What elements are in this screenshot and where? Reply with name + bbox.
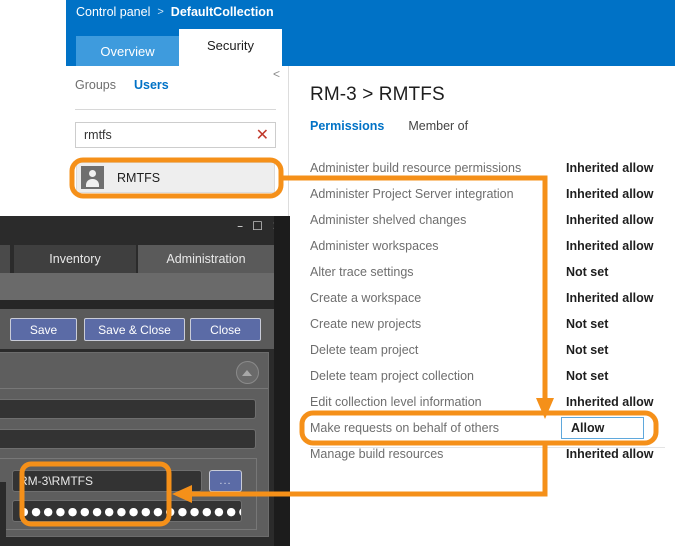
permission-row[interactable]: Administer build resource permissions Inh…: [290, 155, 675, 181]
breadcrumb-separator-icon: >: [157, 6, 164, 18]
permission-name: Administer build resource permissions: [310, 161, 522, 175]
password-field[interactable]: ●●●●●●●●●●●●●●●●●●●●●●●●: [12, 500, 242, 522]
tab-member-of[interactable]: Member of: [408, 119, 468, 133]
permission-name: Create new projects: [310, 317, 422, 331]
app-tab-inventory[interactable]: Inventory: [14, 245, 136, 273]
permission-value-dropdown[interactable]: Allow: [561, 417, 644, 439]
app-content-area: RM-3\RMTFS ... ●●●●●●●●●●●●●●●●●●●●●●●●: [0, 349, 290, 546]
page-title: RM-3 > RMTFS: [310, 84, 445, 105]
permission-value[interactable]: Inherited allow: [566, 239, 654, 253]
permission-name: Administer shelved changes: [310, 213, 467, 227]
permission-name: Make requests on behalf of others: [310, 421, 500, 435]
permission-row[interactable]: Create a workspace Inherited allow: [290, 285, 675, 311]
permission-row[interactable]: Administer workspaces Inherited allow: [290, 233, 675, 259]
app-tab-partial[interactable]: [0, 245, 10, 273]
maximize-button[interactable]: ☐: [252, 219, 263, 233]
permission-name: Delete team project collection: [310, 369, 474, 383]
chevron-left-icon[interactable]: <: [273, 68, 280, 80]
permission-row[interactable]: Make requests on behalf of others Allow: [290, 415, 675, 441]
identity-detail-pane: RM-3 > RMTFS Permissions Member of Admin…: [290, 66, 675, 546]
save-button[interactable]: Save: [10, 318, 77, 341]
minimize-button[interactable]: –: [237, 219, 243, 233]
permission-value[interactable]: Not set: [566, 369, 608, 383]
search-input-value: rmtfs: [84, 128, 112, 142]
search-input[interactable]: rmtfs ✕: [75, 122, 276, 148]
browse-button[interactable]: ...: [209, 470, 242, 492]
app-toolbar-divider: [0, 300, 290, 309]
tfs-header-bar: Control panel > DefaultCollection Overview…: [66, 0, 675, 66]
clear-x-icon[interactable]: ✕: [256, 125, 269, 145]
permission-value[interactable]: Inherited allow: [566, 291, 654, 305]
permission-row[interactable]: Edit collection level information Inherit…: [290, 389, 675, 415]
permission-row[interactable]: Administer Project Server integration Inh…: [290, 181, 675, 207]
permission-value[interactable]: Not set: [566, 343, 608, 357]
panel-divider: [0, 388, 268, 389]
collection-tabstrip: Overview Security: [76, 29, 282, 66]
app-command-bar: Save Save & Close Close: [0, 309, 290, 349]
app-subtoolbar: [0, 273, 275, 300]
permission-name: Administer workspaces: [310, 239, 439, 253]
identity-pivot-row: Groups Users: [75, 78, 187, 92]
permission-value[interactable]: Not set: [566, 317, 608, 331]
permission-name: Create a workspace: [310, 291, 422, 305]
user-avatar-icon: [81, 166, 104, 189]
permission-row[interactable]: Manage build resources Inherited allow: [290, 441, 675, 467]
breadcrumb: Control panel > DefaultCollection: [76, 5, 274, 23]
permission-name: Edit collection level information: [310, 395, 482, 409]
permission-value[interactable]: Inherited allow: [566, 447, 654, 461]
permission-name: Alter trace settings: [310, 265, 414, 279]
tab-overview[interactable]: Overview: [76, 36, 179, 66]
list-item-label: RMTFS: [117, 170, 161, 185]
permission-value[interactable]: Inherited allow: [566, 395, 654, 409]
permission-value[interactable]: Not set: [566, 265, 608, 279]
permissions-list: Administer build resource permissions Inh…: [290, 155, 675, 467]
detail-tabstrip: Permissions Member of: [310, 119, 492, 133]
collapse-chevron-up-icon[interactable]: [236, 361, 259, 384]
breadcrumb-control-panel[interactable]: Control panel: [76, 5, 150, 19]
tab-security[interactable]: Security: [179, 29, 282, 66]
list-item-rmtfs[interactable]: RMTFS: [76, 162, 275, 193]
list-bottom-divider: [310, 447, 665, 448]
release-management-window: – ☐ ✕ Inventory Administration Save Save…: [0, 216, 290, 546]
permission-row[interactable]: Administer shelved changes Inherited allo…: [290, 207, 675, 233]
permission-value[interactable]: Inherited allow: [566, 213, 654, 227]
window-left-edge: [0, 482, 6, 546]
settings-panel: RM-3\RMTFS ... ●●●●●●●●●●●●●●●●●●●●●●●●: [0, 352, 269, 537]
app-field-row-1[interactable]: [0, 399, 256, 419]
permission-name: Delete team project: [310, 343, 419, 357]
permission-row[interactable]: Delete team project Not set: [290, 337, 675, 363]
permission-value[interactable]: Inherited allow: [566, 187, 654, 201]
permission-row[interactable]: Delete team project collection Not set: [290, 363, 675, 389]
close-button-command[interactable]: Close: [190, 318, 261, 341]
window-titlebar: – ☐ ✕: [0, 216, 290, 241]
app-tab-administration[interactable]: Administration: [138, 245, 274, 273]
pivot-groups[interactable]: Groups: [75, 78, 116, 92]
window-right-edge: [274, 216, 290, 546]
pane-divider: [75, 109, 276, 110]
app-field-row-2[interactable]: [0, 429, 256, 449]
permission-row[interactable]: Create new projects Not set: [290, 311, 675, 337]
tab-permissions[interactable]: Permissions: [310, 119, 384, 133]
permission-row[interactable]: Alter trace settings Not set: [290, 259, 675, 285]
breadcrumb-default-collection: DefaultCollection: [170, 5, 274, 19]
username-field[interactable]: RM-3\RMTFS: [12, 470, 202, 492]
permission-name: Administer Project Server integration: [310, 187, 514, 201]
permission-name: Manage build resources: [310, 447, 444, 461]
permission-value[interactable]: Inherited allow: [566, 161, 654, 175]
save-and-close-button[interactable]: Save & Close: [84, 318, 185, 341]
pivot-users[interactable]: Users: [134, 78, 169, 92]
credentials-group: RM-3\RMTFS ... ●●●●●●●●●●●●●●●●●●●●●●●●: [0, 458, 257, 530]
app-tabstrip: Inventory Administration: [0, 241, 290, 273]
